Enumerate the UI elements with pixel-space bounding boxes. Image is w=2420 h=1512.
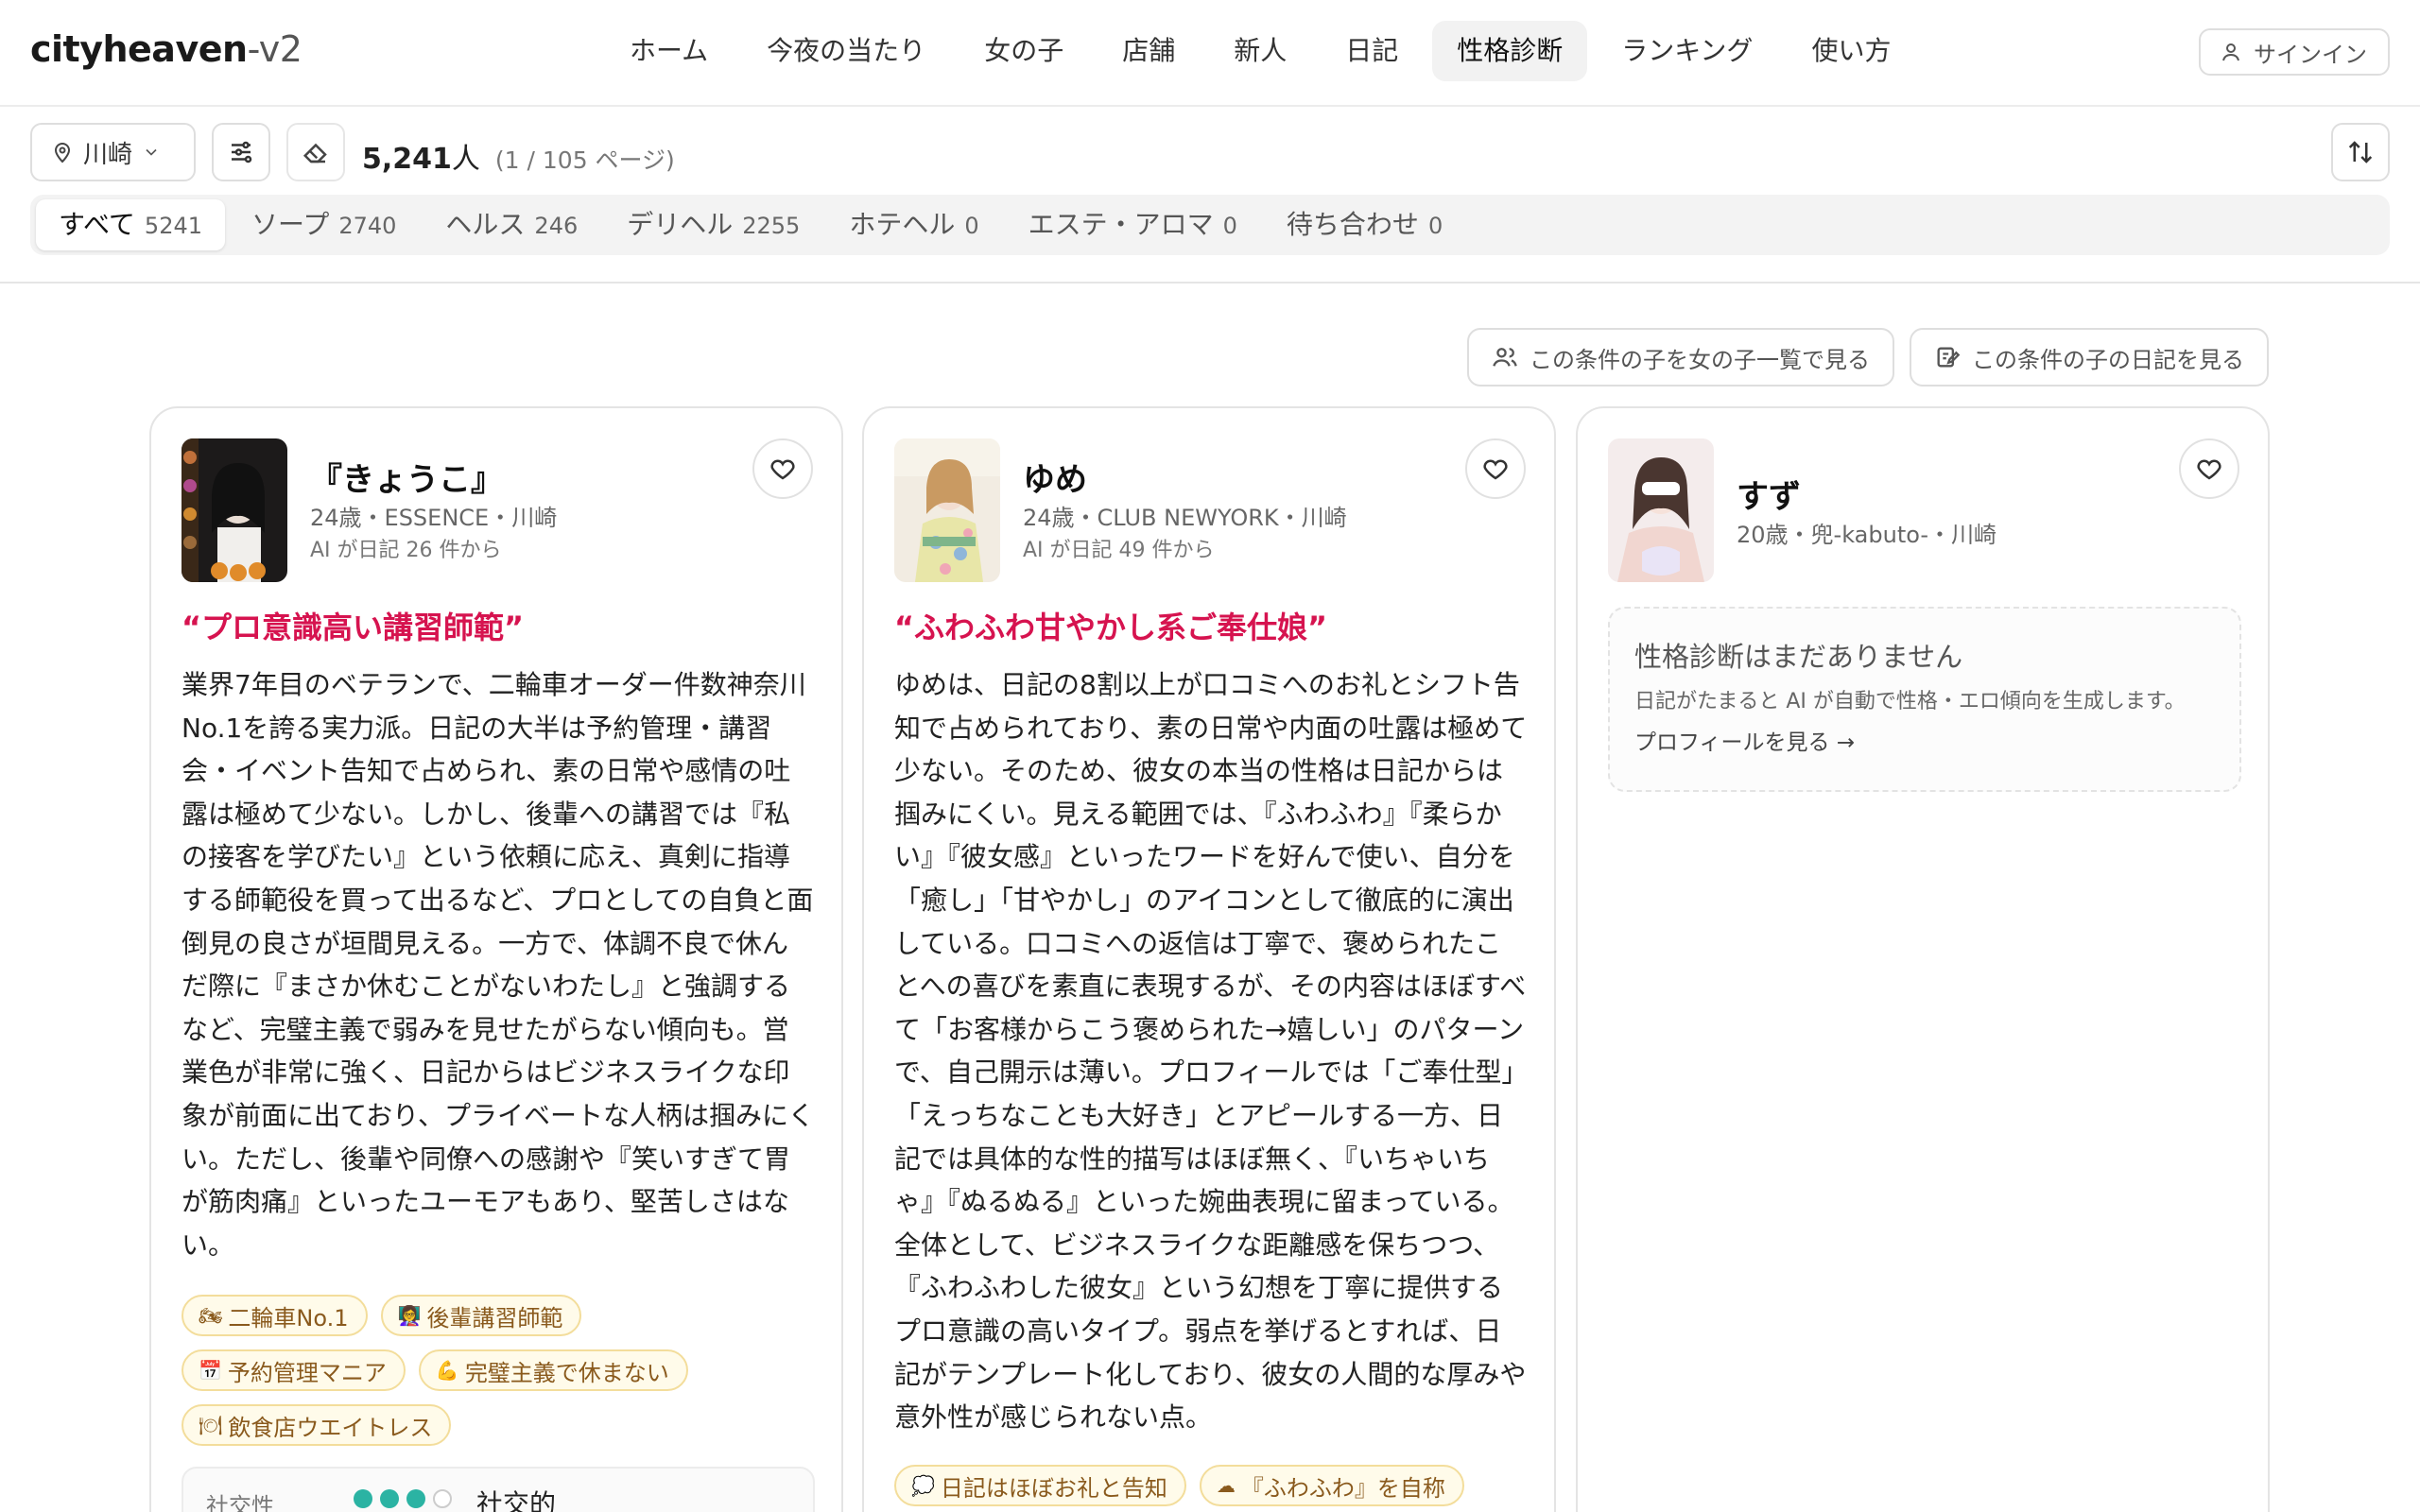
sliders-icon bbox=[232, 141, 252, 163]
nav-item-shops[interactable]: 店舗 bbox=[1098, 21, 1200, 81]
chevron-down-icon bbox=[146, 148, 157, 156]
tag-chip: 👩‍🏫 後輩講習師範 bbox=[380, 1295, 582, 1336]
nav-item-ranking[interactable]: ランキング bbox=[1597, 21, 1777, 81]
nav-item-diary[interactable]: 日記 bbox=[1321, 21, 1423, 81]
tab-delivery-health[interactable]: デリヘル 2255 bbox=[604, 199, 822, 250]
view-diary-button[interactable]: この条件の子の日記を見る bbox=[1910, 328, 2269, 387]
favorite-button[interactable] bbox=[1465, 438, 1526, 499]
location-select[interactable]: 川崎 bbox=[30, 123, 196, 181]
view-girls-list-label: この条件の子を女の子一覧で見る bbox=[1530, 346, 1870, 373]
heart-icon bbox=[770, 459, 795, 480]
girl-meta: 24歳・ESSENCE・川崎 bbox=[310, 505, 558, 531]
trait-label: 社交性 bbox=[206, 1493, 274, 1512]
tag-chip: 📅 予約管理マニア bbox=[182, 1349, 406, 1391]
profile-card[interactable]: ゆめ 24歳・CLUB NEWYORK・川崎 AI が日記 49 件から “ふわ… bbox=[862, 406, 1556, 1512]
view-diary-label: この条件の子の日記を見る bbox=[1972, 346, 2244, 373]
trait-dot bbox=[433, 1489, 452, 1508]
signin-button[interactable]: サインイン bbox=[2199, 28, 2390, 76]
nav-item-newcomers[interactable]: 新人 bbox=[1209, 21, 1311, 81]
avatar[interactable] bbox=[1608, 438, 1714, 582]
category-tabs: すべて 5241 ソープ 2740 ヘルス 246 デリヘル 2255 ホテヘル 0 エス… bbox=[30, 195, 2390, 255]
girl-name[interactable]: ゆめ bbox=[1023, 454, 1087, 500]
avatar[interactable] bbox=[894, 438, 1000, 582]
tag-chip: 🍽 飲食店ウエイトレス bbox=[182, 1404, 452, 1446]
map-pin-icon bbox=[54, 143, 71, 163]
view-profile-link[interactable]: プロフィールを見る → bbox=[1634, 724, 1855, 756]
tag-list: 💭 日記はほぼお礼と告知 ☁ 『ふわふわ』を自称 bbox=[894, 1465, 1528, 1506]
trait-dot bbox=[354, 1489, 372, 1508]
girl-name[interactable]: 『きょうこ』 bbox=[310, 454, 503, 500]
trait-meter: 社交性 社交的 bbox=[182, 1467, 815, 1512]
no-diagnosis-title: 性格診断はまだありません bbox=[1634, 641, 1963, 673]
nav-item-home[interactable]: ホーム bbox=[605, 21, 733, 81]
view-girls-list-button[interactable]: この条件の子を女の子一覧で見る bbox=[1467, 328, 1894, 387]
tab-hotel-health[interactable]: ホテヘル 0 bbox=[826, 199, 1001, 250]
tab-all[interactable]: すべて 5241 bbox=[36, 199, 225, 250]
personality-description: ゆめは、日記の8割以上が口コミへのお礼とシフト告知で占められており、素の日常や内… bbox=[894, 669, 1528, 1434]
top-navbar: cityheaven-v2 ホーム 今夜の当たり 女の子 店舗 新人 日記 性格… bbox=[0, 0, 2420, 107]
favorite-button[interactable] bbox=[752, 438, 813, 499]
trait-dot bbox=[406, 1489, 425, 1508]
tab-meetup[interactable]: 待ち合わせ 0 bbox=[1264, 199, 1465, 250]
personality-description: 業界7年目のベテランで、二輪車オーダー件数神奈川No.1を誇る実力派。日記の大半… bbox=[182, 669, 815, 1261]
avatar[interactable] bbox=[182, 438, 287, 582]
nav-item-howto[interactable]: 使い方 bbox=[1787, 21, 1915, 81]
flexed-arm-icon: 💪 bbox=[435, 1359, 459, 1382]
result-count-unit: 人 bbox=[451, 143, 480, 176]
tag-chip: 💪 完璧主義で休まない bbox=[418, 1349, 688, 1391]
tab-health[interactable]: ヘルス 246 bbox=[423, 199, 600, 250]
profile-card[interactable]: すず 20歳・兜-kabuto-・川崎 性格診断はまだありません 日記がたまると… bbox=[1576, 406, 2270, 1512]
girl-name[interactable]: すず bbox=[1737, 471, 1801, 517]
trait-dot bbox=[380, 1489, 399, 1508]
nav-item-personality[interactable]: 性格診断 bbox=[1432, 21, 1588, 81]
thought-bubble-icon: 💭 bbox=[911, 1474, 935, 1497]
trait-level-dots bbox=[354, 1489, 452, 1508]
tag-chip: ☁ 『ふわふわ』を自称 bbox=[1199, 1465, 1464, 1506]
heart-icon bbox=[1483, 459, 1508, 480]
calendar-icon: 📅 bbox=[199, 1359, 222, 1382]
sort-button[interactable] bbox=[2331, 123, 2390, 181]
no-diagnosis-box: 性格診断はまだありません 日記がたまると AI が自動で性格・エロ傾向を生成しま… bbox=[1608, 607, 2241, 792]
tag-list: 🏍 二輪車No.1 👩‍🏫 後輩講習師範 📅 予約管理マニア 💪 完璧主義で休まない 🍽… bbox=[182, 1295, 815, 1446]
nav-item-tonight[interactable]: 今夜の当たり bbox=[742, 21, 950, 81]
personality-tagline: “ふわふわ甘やかし系ご奉仕娘” bbox=[894, 610, 1328, 645]
tag-chip: 💭 日記はほぼお礼と告知 bbox=[894, 1465, 1186, 1506]
site-logo[interactable]: cityheaven-v2 bbox=[30, 28, 302, 70]
tab-esthe-aroma[interactable]: エステ・アロマ 0 bbox=[1006, 199, 1260, 250]
main-nav: ホーム 今夜の当たり 女の子 店舗 新人 日記 性格診断 ランキング 使い方 bbox=[605, 21, 1915, 81]
motorcycle-icon: 🏍 bbox=[199, 1304, 223, 1327]
eraser-icon bbox=[302, 143, 327, 163]
favorite-button[interactable] bbox=[2179, 438, 2239, 499]
users-icon bbox=[1493, 348, 1517, 367]
girl-meta: 24歳・CLUB NEWYORK・川崎 bbox=[1023, 505, 1347, 531]
filter-settings-button[interactable] bbox=[212, 123, 270, 181]
page-info: (1 / 105 ページ) bbox=[494, 146, 675, 174]
diary-edit-icon bbox=[1937, 347, 1961, 368]
tab-soap[interactable]: ソープ 2740 bbox=[229, 199, 419, 250]
signin-label: サインイン bbox=[2254, 41, 2367, 68]
heart-icon bbox=[2197, 459, 2221, 480]
girl-meta: 20歳・兜-kabuto-・川崎 bbox=[1737, 522, 1997, 548]
personality-tagline: “プロ意識高い講習師範” bbox=[182, 610, 525, 645]
location-label: 川崎 bbox=[83, 140, 133, 169]
result-count: 5,241人 (1 / 105 ページ) bbox=[362, 135, 675, 177]
plate-icon: 🍽 bbox=[199, 1414, 223, 1436]
ai-note: AI が日記 26 件から bbox=[310, 539, 502, 562]
filter-bar: 川崎 5,241人 (1 / 105 ページ) すべて 5241 ソープ 2740 ヘ… bbox=[0, 107, 2420, 284]
user-icon bbox=[2222, 43, 2239, 61]
result-count-number: 5,241 bbox=[362, 143, 452, 176]
no-diagnosis-description: 日記がたまると AI が自動で性格・エロ傾向を生成します。 bbox=[1634, 690, 2186, 713]
trait-value: 社交的 bbox=[476, 1488, 557, 1512]
cloud-icon: ☁ bbox=[1216, 1474, 1236, 1497]
clear-filters-button[interactable] bbox=[286, 123, 345, 181]
tag-chip: 🏍 二輪車No.1 bbox=[182, 1295, 368, 1336]
profile-card[interactable]: 『きょうこ』 24歳・ESSENCE・川崎 AI が日記 26 件から “プロ意… bbox=[149, 406, 843, 1512]
nav-item-girls[interactable]: 女の子 bbox=[959, 21, 1088, 81]
teacher-icon: 👩‍🏫 bbox=[397, 1304, 422, 1327]
ai-note: AI が日記 49 件から bbox=[1023, 539, 1215, 562]
sort-arrows-icon bbox=[2348, 141, 2373, 163]
